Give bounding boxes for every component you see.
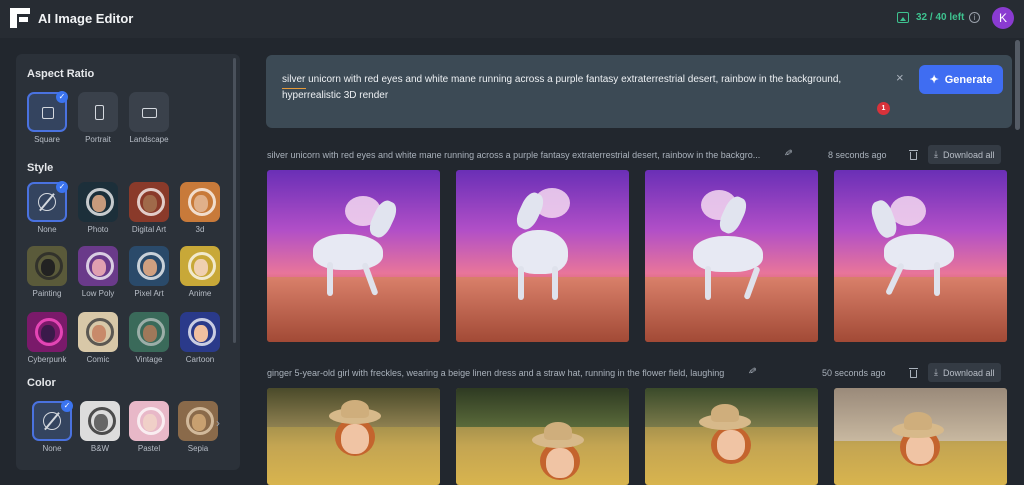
credits-remaining: 32 / 40 left: [916, 12, 965, 23]
generate-button[interactable]: ✦ Generate: [919, 65, 1003, 94]
settings-sidebar: Aspect Ratio ✓ Square Portrait Landscape…: [16, 54, 240, 470]
main-scrollbar[interactable]: [1015, 40, 1020, 130]
square-icon: [42, 107, 54, 119]
none-icon: [38, 193, 56, 211]
result-image[interactable]: [834, 388, 1007, 485]
download-icon: ⤓: [934, 367, 938, 377]
result-prompt-1: silver unicorn with red eyes and white m…: [267, 150, 761, 160]
generate-label: Generate: [944, 73, 993, 86]
style-option-cyberpunk[interactable]: Cyberpunk: [27, 312, 67, 364]
color-option-sepia[interactable]: Sepia: [178, 401, 218, 453]
aspect-option-square[interactable]: ✓ Square: [27, 91, 68, 144]
color-option-none[interactable]: ✓ None: [32, 400, 73, 453]
check-icon: ✓: [56, 91, 68, 103]
result-time-2: 50 seconds ago: [822, 368, 886, 378]
aspect-ratio-title: Aspect Ratio: [27, 68, 95, 80]
spellcheck-underline: [282, 88, 306, 89]
result-image[interactable]: [645, 388, 818, 485]
prompt-input[interactable]: silver unicorn with red eyes and white m…: [282, 72, 882, 104]
result-image[interactable]: [456, 388, 629, 485]
color-option-bw[interactable]: B&W: [80, 401, 120, 453]
style-option-digital-art[interactable]: Digital Art: [129, 182, 169, 234]
landscape-icon: [142, 108, 157, 118]
check-icon: ✓: [61, 400, 73, 412]
style-option-photo[interactable]: Photo: [78, 182, 118, 234]
style-option-comic[interactable]: Comic: [78, 312, 118, 364]
sidebar-scrollbar[interactable]: [233, 58, 236, 343]
portrait-icon: [95, 105, 104, 120]
aspect-option-portrait[interactable]: Portrait: [78, 92, 118, 144]
notification-badge[interactable]: 1: [877, 102, 890, 115]
avatar[interactable]: K: [992, 7, 1014, 29]
result-prompt-2: ginger 5-year-old girl with freckles, we…: [267, 368, 725, 378]
download-icon: ⤓: [934, 149, 938, 159]
magic-wand-icon: ✦: [929, 74, 939, 86]
style-title: Style: [27, 162, 54, 174]
style-option-anime[interactable]: Anime: [180, 246, 220, 298]
style-option-none[interactable]: ✓ None: [27, 181, 68, 234]
top-bar: AI Image Editor 32 / 40 left i K: [0, 0, 1024, 38]
result-image[interactable]: [267, 388, 440, 485]
none-icon: [43, 412, 61, 430]
result-time-1: 8 seconds ago: [828, 150, 887, 160]
edit-icon[interactable]: ✎: [745, 365, 757, 375]
result-image[interactable]: [834, 170, 1007, 342]
style-option-vintage[interactable]: Vintage: [129, 312, 169, 364]
prompt-box[interactable]: silver unicorn with red eyes and white m…: [266, 55, 1012, 128]
style-option-cartoon[interactable]: Cartoon: [180, 312, 220, 364]
app-logo[interactable]: [10, 8, 30, 28]
app-title: AI Image Editor: [38, 11, 134, 26]
trash-icon[interactable]: [909, 150, 918, 160]
edit-icon[interactable]: ✎: [781, 147, 793, 157]
chevron-right-icon[interactable]: ›: [216, 416, 220, 430]
download-all-button[interactable]: ⤓ Download all: [928, 145, 1001, 164]
info-icon[interactable]: i: [969, 12, 980, 23]
color-title: Color: [27, 377, 56, 389]
check-icon: ✓: [56, 181, 68, 193]
close-icon[interactable]: ×: [896, 70, 904, 85]
download-all-button[interactable]: ⤓ Download all: [928, 363, 1001, 382]
style-option-low-poly[interactable]: Low Poly: [78, 246, 118, 298]
result-image[interactable]: [267, 170, 440, 342]
aspect-option-landscape[interactable]: Landscape: [129, 92, 169, 144]
style-option-painting[interactable]: Painting: [27, 246, 67, 298]
image-credits-icon: [897, 12, 909, 23]
style-option-pixel-art[interactable]: Pixel Art: [129, 246, 169, 298]
result-image[interactable]: [456, 170, 629, 342]
result-image[interactable]: [645, 170, 818, 342]
trash-icon[interactable]: [909, 368, 918, 378]
color-option-pastel[interactable]: Pastel: [129, 401, 169, 453]
style-option-3d[interactable]: 3d: [180, 182, 220, 234]
